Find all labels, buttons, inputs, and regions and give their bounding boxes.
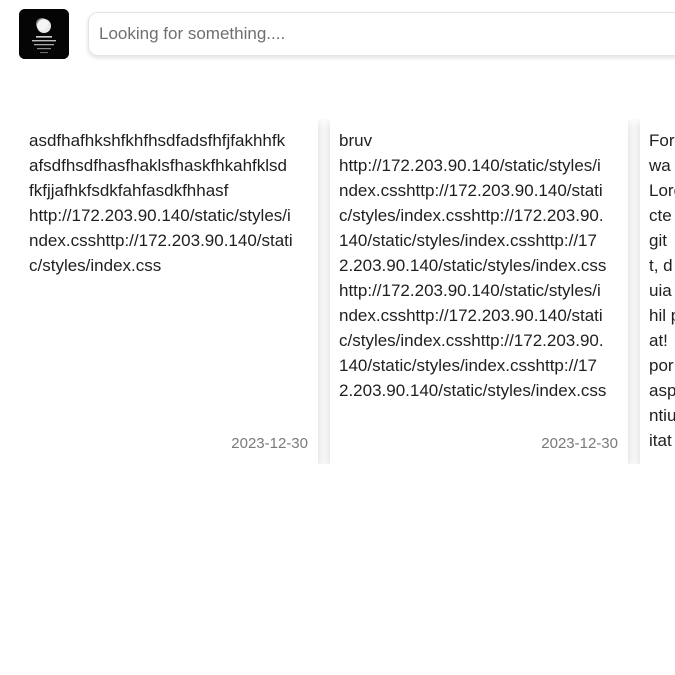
note-line: por (649, 356, 674, 375)
note-line: 2.203.90.140/static/styles/index.css (339, 381, 607, 400)
note-line: t, d (649, 256, 673, 275)
note-line: at! (649, 331, 668, 350)
search-input[interactable] (89, 13, 675, 55)
note-line: wa (649, 156, 671, 175)
note-line: http://172.203.90.140/static/styles/i (339, 156, 601, 175)
note-line: http://172.203.90.140/static/styles/i (29, 206, 291, 225)
note-line: fkfjjafhkfsdkfahfasdkfhhasf (29, 181, 229, 200)
app-logo[interactable] (19, 9, 69, 59)
note-line: hil p (649, 306, 675, 325)
note-line: asdfhafhkshfkhfhsdfadsfhfjfakhhfk (29, 131, 286, 150)
note-line: c/styles/index.csshttp://172.203.90. (339, 331, 604, 350)
note-line: bruv (339, 131, 373, 150)
note-date: 2023-12-30 (231, 435, 308, 452)
note-line: cte (649, 206, 672, 225)
note-line: ntiu (649, 406, 675, 425)
note-date: 2023-12-30 (541, 435, 618, 452)
note-line: ndex.csshttp://172.203.90.140/stati (339, 306, 603, 325)
note-line: 140/static/styles/index.csshttp://17 (339, 356, 597, 375)
note-line: git (649, 231, 667, 250)
note-card[interactable]: For wa Lore cte git t, d uia hil p at! p… (640, 119, 675, 464)
note-line: c/styles/index.css (29, 256, 162, 275)
note-line: uia (649, 281, 672, 300)
note-line: afsdfhsdfhasfhaklsfhaskfhkahfklsd (29, 156, 287, 175)
note-line: For (649, 131, 675, 150)
note-line: ndex.csshttp://172.203.90.140/stati (29, 231, 293, 250)
note-line: asp (649, 381, 675, 400)
note-content: asdfhafhkshfkhfhsdfadsfhfjfakhhfk afsdfh… (29, 128, 309, 278)
note-card[interactable]: asdfhafhkshfkhfhsdfadsfhfjfakhhfk afsdfh… (20, 119, 318, 464)
note-content: bruv http://172.203.90.140/static/styles… (339, 128, 619, 403)
note-line: 140/static/styles/index.csshttp://17 (339, 231, 597, 250)
search-bar[interactable] (88, 12, 675, 56)
note-line: ndex.csshttp://172.203.90.140/stati (339, 181, 603, 200)
notes-list: asdfhafhkshfkhfhsdfadsfhfjfakhhfk afsdfh… (20, 119, 675, 464)
note-line: Lore (649, 181, 675, 200)
moon-over-water-icon (19, 9, 69, 59)
note-line: itat (649, 431, 672, 450)
note-line: c/styles/index.csshttp://172.203.90. (339, 206, 604, 225)
note-line: http://172.203.90.140/static/styles/i (339, 281, 601, 300)
note-line: 2.203.90.140/static/styles/index.css (339, 256, 607, 275)
note-card[interactable]: bruv http://172.203.90.140/static/styles… (330, 119, 628, 464)
note-content: For wa Lore cte git t, d uia hil p at! p… (649, 128, 675, 453)
